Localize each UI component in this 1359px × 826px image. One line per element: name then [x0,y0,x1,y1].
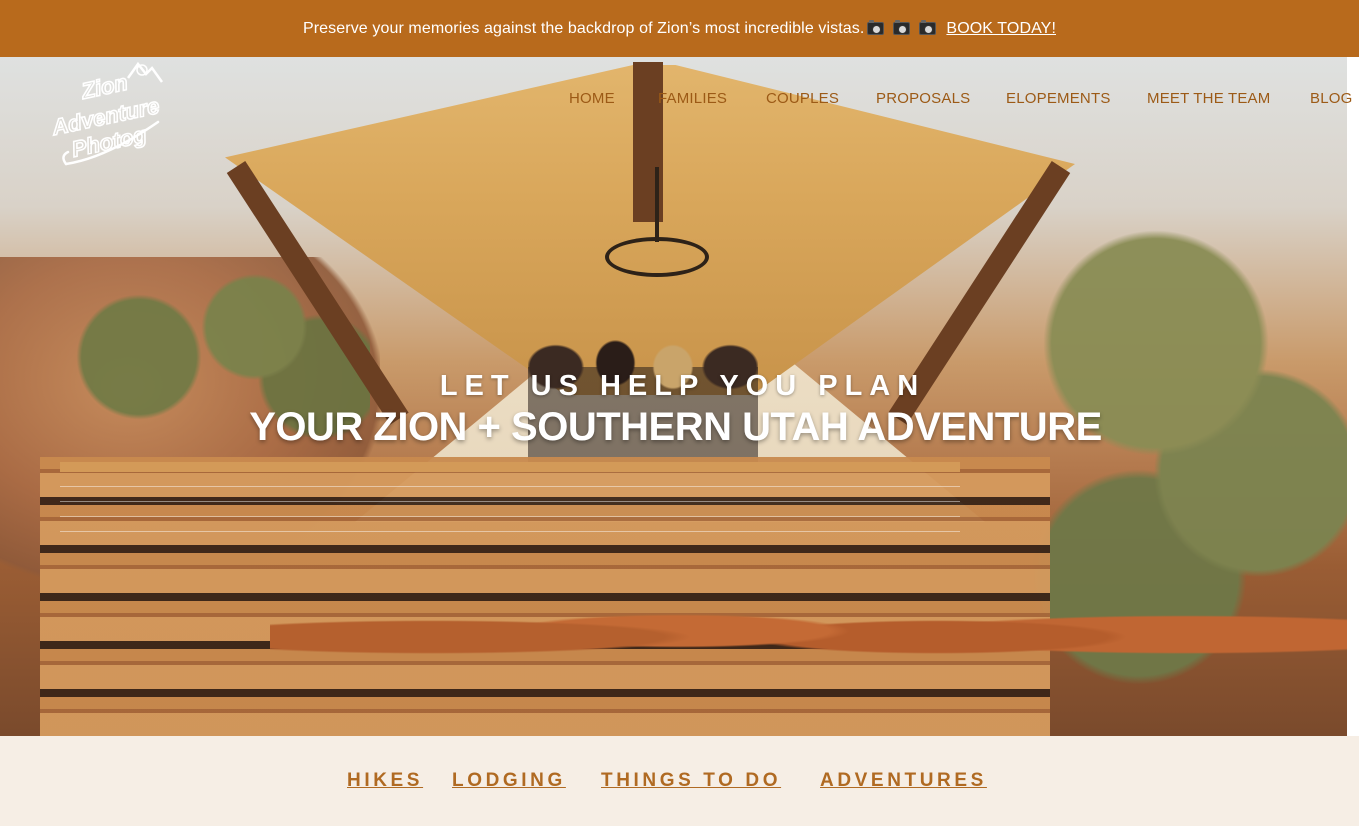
hero-subtitle: LET US HELP YOU PLAN [439,370,926,402]
camera-icons [867,20,937,35]
announcement-text: Preserve your memories against the backd… [302,19,865,37]
category-links: HIKES LODGING THINGS TO DO ADVENTURES [0,736,1359,826]
announcement-bar: Preserve your memories against the backd… [0,0,1359,57]
camera-with-flash-icon [893,20,911,35]
logo-graphic: Zion Adventure Photog [48,61,164,166]
nav-item-meet-the-team[interactable]: MEET THE TEAM [1147,90,1270,107]
link-adventures[interactable]: ADVENTURES [820,770,987,792]
nav-item-blog[interactable]: BLOG [1310,90,1352,107]
nav-item-elopements[interactable]: ELOPEMENTS [1006,90,1111,107]
site-logo[interactable]: Zion Adventure Photog [46,60,181,170]
red-rocks [270,577,1347,697]
link-things-to-do[interactable]: THINGS TO DO [601,770,781,792]
main-nav: HOME FAMILIES COUPLES PROPOSALS ELOPEMEN… [0,90,1359,110]
hero-title: YOUR ZION + SOUTHERN UTAH ADVENTURE [249,405,1102,449]
link-lodging[interactable]: LODGING [452,770,566,792]
nav-item-families[interactable]: FAMILIES [658,90,727,107]
nav-item-couples[interactable]: COUPLES [766,90,839,107]
link-hikes[interactable]: HIKES [347,770,423,792]
book-today-link[interactable]: BOOK TODAY! [946,20,1056,38]
camera-with-flash-icon [867,20,885,35]
nav-item-proposals[interactable]: PROPOSALS [876,90,970,107]
nav-item-home[interactable]: HOME [569,90,615,107]
chandelier [605,237,709,277]
camera-with-flash-icon [919,20,937,35]
